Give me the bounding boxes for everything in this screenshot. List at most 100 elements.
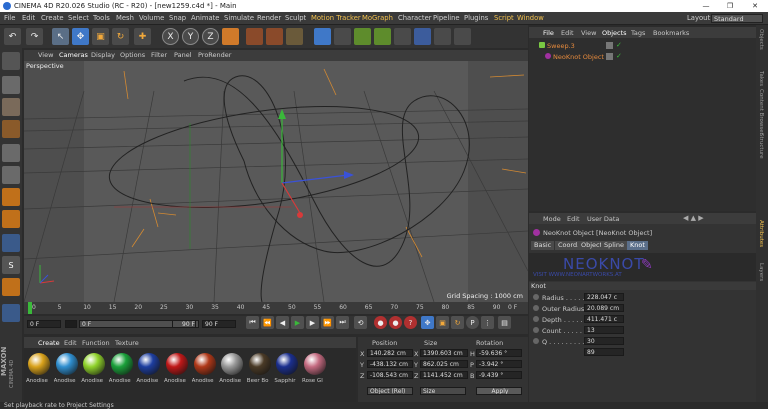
- perspective-viewport[interactable]: Perspective Grid Spacing : 1000 cm: [24, 61, 528, 302]
- axis-mode-icon[interactable]: [2, 210, 20, 228]
- material-swatch[interactable]: Anodise: [219, 350, 245, 390]
- om-menu-edit[interactable]: Edit: [561, 29, 574, 37]
- cube-primitive-icon[interactable]: [314, 28, 331, 45]
- right-tab-layers[interactable]: Layers: [758, 263, 764, 281]
- menu-simulate[interactable]: Simulate: [224, 12, 254, 25]
- coordinate-mode-dropdown[interactable]: Object (Rel): [367, 387, 413, 395]
- material-swatch[interactable]: Anodise: [164, 350, 190, 390]
- menu-script[interactable]: Script: [494, 12, 514, 25]
- material-swatch[interactable]: Rose Gl: [302, 350, 328, 390]
- loop-icon[interactable]: ⟲: [354, 316, 367, 329]
- live-selection-icon[interactable]: ✚: [134, 28, 151, 45]
- step-back-icon[interactable]: ◀: [276, 316, 289, 329]
- maximize-button[interactable]: ❐: [720, 0, 740, 12]
- material-menu-texture[interactable]: Texture: [115, 339, 139, 347]
- go-to-start-icon[interactable]: ⏮: [246, 316, 259, 329]
- timeline-window-icon[interactable]: ▤: [498, 316, 511, 329]
- material-swatch[interactable]: Anodise: [81, 350, 107, 390]
- z-axis-lock-button[interactable]: Z: [202, 28, 219, 45]
- om-menu-view[interactable]: View: [581, 29, 596, 37]
- parameter-value-field[interactable]: 228.047 c: [584, 293, 624, 301]
- make-editable-icon[interactable]: [2, 52, 20, 70]
- tweak-mode-icon[interactable]: [2, 234, 20, 252]
- layout-dropdown[interactable]: Standard: [711, 14, 763, 23]
- parameter-value-field[interactable]: 89: [584, 348, 624, 356]
- array-generator-icon[interactable]: [374, 28, 391, 45]
- workplane-icon[interactable]: [2, 278, 20, 296]
- key-parameter-icon[interactable]: P: [466, 316, 479, 329]
- position-field[interactable]: -108.543 cm: [367, 371, 413, 379]
- menu-select[interactable]: Select: [68, 12, 89, 25]
- enabled-check-icon[interactable]: ✓: [616, 52, 622, 60]
- enabled-check-icon[interactable]: ✓: [616, 41, 622, 49]
- record-icon[interactable]: ●: [374, 316, 387, 329]
- snapping-icon[interactable]: S: [2, 256, 20, 274]
- viewport-menu-view[interactable]: View: [38, 50, 53, 61]
- menu-mograph[interactable]: MoGraph: [362, 12, 393, 25]
- menu-animate[interactable]: Animate: [191, 12, 219, 25]
- am-menu-mode[interactable]: Mode: [543, 215, 561, 223]
- deformer-icon[interactable]: [394, 28, 411, 45]
- menu-snap[interactable]: Snap: [169, 12, 186, 25]
- key-position-icon[interactable]: ✥: [421, 316, 434, 329]
- camera-object-icon[interactable]: [434, 28, 451, 45]
- om-menu-tags[interactable]: Tags: [631, 29, 645, 37]
- tab-basic[interactable]: Basic: [531, 241, 555, 250]
- menu-render[interactable]: Render: [257, 12, 281, 25]
- layer-icon[interactable]: [606, 53, 613, 60]
- menu-character[interactable]: Character: [398, 12, 432, 25]
- right-tab-objects[interactable]: Objects: [758, 29, 764, 50]
- undo-button[interactable]: ↶: [4, 28, 21, 45]
- parameter-value-field[interactable]: 411.471 c: [584, 315, 624, 323]
- play-icon[interactable]: ▶: [291, 316, 304, 329]
- menu-create[interactable]: Create: [41, 12, 64, 25]
- material-menu-create[interactable]: Create: [38, 339, 60, 347]
- scale-tool-icon[interactable]: ▣: [92, 28, 109, 45]
- minimize-button[interactable]: —: [696, 0, 716, 12]
- right-tab-takes[interactable]: Takes: [758, 71, 764, 86]
- material-swatch[interactable]: Sapphir: [274, 350, 300, 390]
- rotate-tool-icon[interactable]: ↻: [112, 28, 129, 45]
- material-menu-function[interactable]: Function: [82, 339, 110, 347]
- y-axis-lock-button[interactable]: Y: [182, 28, 199, 45]
- om-menu-bookmarks[interactable]: Bookmarks: [653, 29, 689, 37]
- menu-plugins[interactable]: Plugins: [464, 12, 488, 25]
- menu-volume[interactable]: Volume: [139, 12, 164, 25]
- viewport-menu-cameras[interactable]: Cameras: [59, 50, 88, 61]
- material-swatch[interactable]: Anodise: [26, 350, 52, 390]
- material-swatch[interactable]: Anodise: [54, 350, 80, 390]
- pointer-tool-icon[interactable]: ↖: [52, 28, 69, 45]
- grid-icon[interactable]: [2, 304, 20, 322]
- tree-item-sweep[interactable]: Sweep.3 ✓: [529, 41, 756, 51]
- tab-knot[interactable]: Knot: [627, 241, 648, 250]
- floor-object-icon[interactable]: [414, 28, 431, 45]
- size-mode-dropdown[interactable]: Size: [420, 387, 466, 395]
- model-mode-icon[interactable]: [2, 76, 20, 94]
- right-tab-content-browser[interactable]: Content Browser: [758, 89, 764, 135]
- step-forward-icon[interactable]: ▶: [306, 316, 319, 329]
- end-frame-field[interactable]: 90 F: [202, 320, 236, 328]
- animate-param-icon[interactable]: [533, 294, 539, 300]
- viewport-menu-prorender[interactable]: ProRender: [198, 50, 231, 61]
- start-frame-field[interactable]: 0 F: [27, 320, 61, 328]
- pen-spline-icon[interactable]: [334, 28, 351, 45]
- material-swatch[interactable]: Beer Bo: [247, 350, 273, 390]
- material-menu-edit[interactable]: Edit: [64, 339, 77, 347]
- parameter-value-field[interactable]: 13: [584, 326, 624, 334]
- size-field[interactable]: 1390.603 cm: [420, 349, 468, 357]
- material-swatch[interactable]: Anodise: [192, 350, 218, 390]
- tab-spline[interactable]: Spline: [601, 241, 627, 250]
- rotation-field[interactable]: -9.439 °: [476, 371, 522, 379]
- om-menu-file[interactable]: File: [543, 29, 554, 37]
- menu-edit[interactable]: Edit: [22, 12, 35, 25]
- animate-param-icon[interactable]: [533, 327, 539, 333]
- menu-file[interactable]: File: [4, 12, 15, 25]
- layer-icon[interactable]: [606, 42, 613, 49]
- menu-motion-tracker[interactable]: Motion Tracker: [311, 12, 361, 25]
- stepper-icon[interactable]: [65, 320, 77, 328]
- right-tab-attributes[interactable]: Attributes: [758, 220, 764, 247]
- am-menu-user-data[interactable]: User Data: [587, 215, 619, 223]
- key-scale-icon[interactable]: ▣: [436, 316, 449, 329]
- render-settings-icon[interactable]: [286, 28, 303, 45]
- apply-button[interactable]: Apply: [476, 387, 522, 395]
